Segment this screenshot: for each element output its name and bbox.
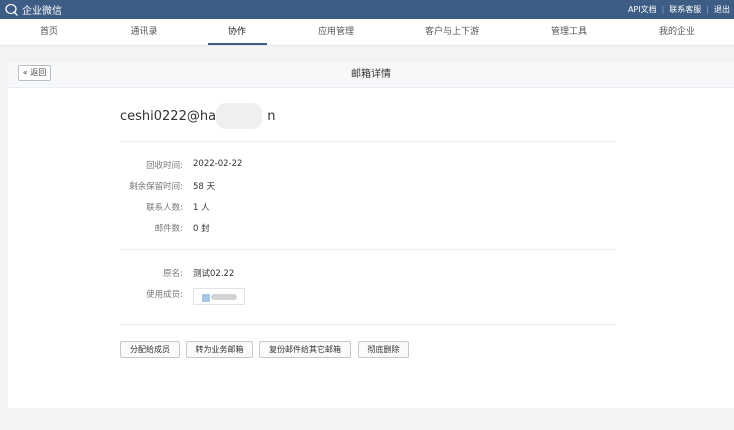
assign-to-member-button[interactable]: 分配给成员 xyxy=(120,341,180,358)
active-tab-indicator xyxy=(208,43,267,45)
main-nav: 首页 通讯录 协作 应用管理 客户与上下游 管理工具 我的企业 xyxy=(0,19,734,46)
detail-row-mail-count: 邮件数: 0 封 xyxy=(8,222,408,236)
detail-label: 联系人数: xyxy=(146,203,183,213)
detail-row-recycle-time: 回收时间: 2022-02-22 xyxy=(8,159,408,173)
page-title: 邮箱详情 xyxy=(351,69,391,80)
divider xyxy=(120,141,616,142)
detail-value: 2022-02-22 xyxy=(193,159,243,169)
nav-collaboration[interactable]: 协作 xyxy=(228,19,246,46)
wecom-logo-icon xyxy=(5,3,19,16)
brand-name: 企业微信 xyxy=(22,6,62,17)
redaction-blur xyxy=(216,103,262,129)
left-gutter xyxy=(0,46,8,430)
separator: | xyxy=(661,5,665,14)
divider xyxy=(120,249,616,250)
top-bar: 企业微信 API文档 | 联系客服 | 退出 xyxy=(0,0,734,19)
convert-to-business-mailbox-button[interactable]: 转为业务邮箱 xyxy=(186,341,253,358)
nav-app-management[interactable]: 应用管理 xyxy=(318,19,354,46)
detail-label: 剩余保留时间: xyxy=(129,182,183,192)
detail-row-retention: 剩余保留时间: 58 天 xyxy=(8,180,408,194)
panel-header: 邮箱详情 « 返回 xyxy=(8,62,734,88)
detail-row-contacts: 联系人数: 1 人 xyxy=(8,201,408,215)
separator: | xyxy=(706,5,709,14)
nav-contacts[interactable]: 通讯录 xyxy=(130,19,157,46)
top-links: API文档 | 联系客服 | 退出 xyxy=(628,0,730,19)
detail-label: 回收时间: xyxy=(146,161,183,171)
original-name-value: 测试02.22 xyxy=(193,269,235,279)
detail-value: 1 人 xyxy=(193,203,210,213)
detail-value: 0 封 xyxy=(193,224,210,234)
nav-my-enterprise[interactable]: 我的企业 xyxy=(659,19,695,46)
logout-link[interactable]: 退出 xyxy=(714,4,730,15)
divider xyxy=(120,324,616,325)
back-button[interactable]: « 返回 xyxy=(18,65,51,81)
mailbox-detail-panel: 邮箱详情 « 返回 ceshi0222@hac n 回收时间: 2022-02-2… xyxy=(8,62,734,408)
mailbox-address-tail: n xyxy=(267,109,276,124)
detail-row-original-name: 原名: 测试02.22 xyxy=(8,267,408,281)
contact-support-link[interactable]: 联系客服 xyxy=(669,4,701,15)
api-docs-link[interactable]: API文档 xyxy=(628,4,657,15)
permanent-delete-button[interactable]: 彻底删除 xyxy=(358,341,409,358)
detail-value: 58 天 xyxy=(193,182,216,192)
members-label: 使用成员: xyxy=(146,290,183,300)
mailbox-address-text: ceshi0222@hac xyxy=(120,109,224,124)
nav-home[interactable]: 首页 xyxy=(40,19,58,46)
detail-label: 邮件数: xyxy=(154,224,183,234)
redaction-blur xyxy=(211,294,237,300)
nav-customers[interactable]: 客户与上下游 xyxy=(425,19,479,46)
brand[interactable]: 企业微信 xyxy=(5,2,62,17)
member-avatar xyxy=(202,294,210,302)
member-chip[interactable] xyxy=(193,288,245,305)
backup-mail-button[interactable]: 复份邮件给其它邮箱 xyxy=(259,341,351,358)
nav-management-tools[interactable]: 管理工具 xyxy=(551,19,587,46)
original-name-label: 原名: xyxy=(163,269,183,279)
